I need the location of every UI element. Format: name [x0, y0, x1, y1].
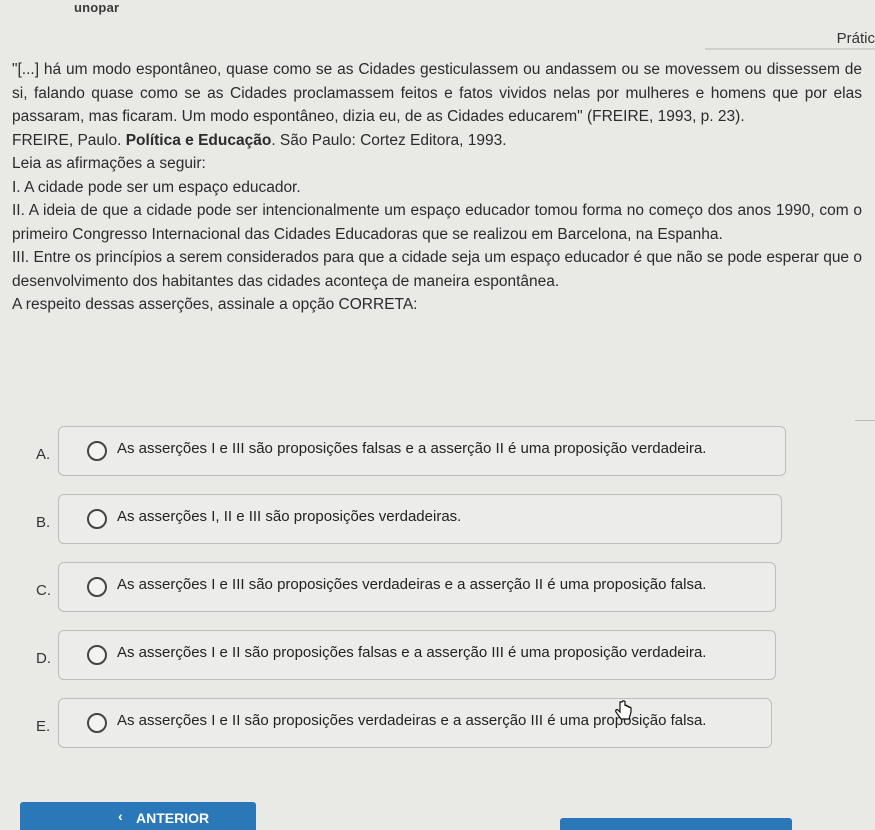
radio-button[interactable]: [87, 509, 107, 529]
reference-title: Política e Educação: [125, 131, 272, 149]
radio-button[interactable]: [87, 645, 107, 665]
option-e[interactable]: E. As asserções I e II são proposições v…: [10, 690, 850, 758]
question-instruction: Leia as afirmações a seguir:: [12, 155, 206, 172]
reference-author: FREIRE, Paulo.: [12, 131, 122, 149]
question-prompt: A respeito dessas asserções, assinale a …: [12, 296, 418, 313]
statement-3: III. Entre os princípios a serem conside…: [12, 249, 862, 290]
option-letter: B.: [36, 514, 51, 531]
next-button[interactable]: [560, 818, 792, 830]
option-letter: D.: [36, 650, 51, 667]
option-b-box[interactable]: As asserções I, II e III são proposições…: [58, 494, 782, 544]
question-content: "[...] há um modo espontâneo, quase como…: [12, 58, 862, 317]
hand-pointer-icon: [615, 700, 632, 720]
radio-button[interactable]: [87, 577, 107, 597]
option-c-box[interactable]: As asserções I e III são proposições ver…: [58, 562, 776, 612]
option-letter: E.: [36, 718, 51, 735]
option-e-box[interactable]: As asserções I e II são proposições verd…: [58, 698, 772, 748]
answer-options: A. As asserções I e III são proposições …: [10, 418, 850, 758]
option-a-box[interactable]: As asserções I e III são proposições fal…: [58, 426, 786, 476]
radio-button[interactable]: [87, 441, 107, 461]
radio-button[interactable]: [87, 713, 107, 733]
chevron-left-icon: ‹: [118, 808, 123, 824]
option-text: As asserções I e III são proposições fal…: [117, 440, 707, 457]
question-quote: "[...] há um modo espontâneo, quase como…: [12, 61, 862, 125]
statement-1: I. A cidade pode ser um espaço educador.: [12, 178, 301, 196]
reference-rest: . São Paulo: Cortez Editora, 1993.: [271, 131, 507, 149]
option-d-box[interactable]: As asserções I e II são proposições fals…: [58, 630, 776, 680]
option-c[interactable]: C. As asserções I e III são proposições …: [10, 554, 850, 622]
option-b[interactable]: B. As asserções I, II e III são proposiç…: [10, 486, 850, 554]
question-reference: FREIRE, Paulo. Política e Educação. São …: [12, 129, 862, 153]
previous-button-label: ANTERIOR: [136, 810, 210, 826]
brand-logo: unopar: [74, 0, 120, 15]
divider: [855, 420, 875, 421]
option-text: As asserções I e III são proposições ver…: [117, 576, 707, 593]
option-d[interactable]: D. As asserções I e II são proposições f…: [10, 622, 850, 690]
tab-pratica[interactable]: Prátic: [837, 30, 875, 47]
option-letter: A.: [36, 446, 51, 463]
option-text: As asserções I e II são proposições fals…: [117, 644, 707, 661]
statement-2: II. A ideia de que a cidade pode ser int…: [12, 202, 862, 243]
option-text: As asserções I, II e III são proposições…: [117, 508, 462, 525]
previous-button[interactable]: ‹ ANTERIOR: [20, 802, 256, 830]
option-a[interactable]: A. As asserções I e III são proposições …: [10, 418, 850, 486]
tab-underline: [705, 48, 875, 50]
option-letter: C.: [36, 582, 51, 599]
